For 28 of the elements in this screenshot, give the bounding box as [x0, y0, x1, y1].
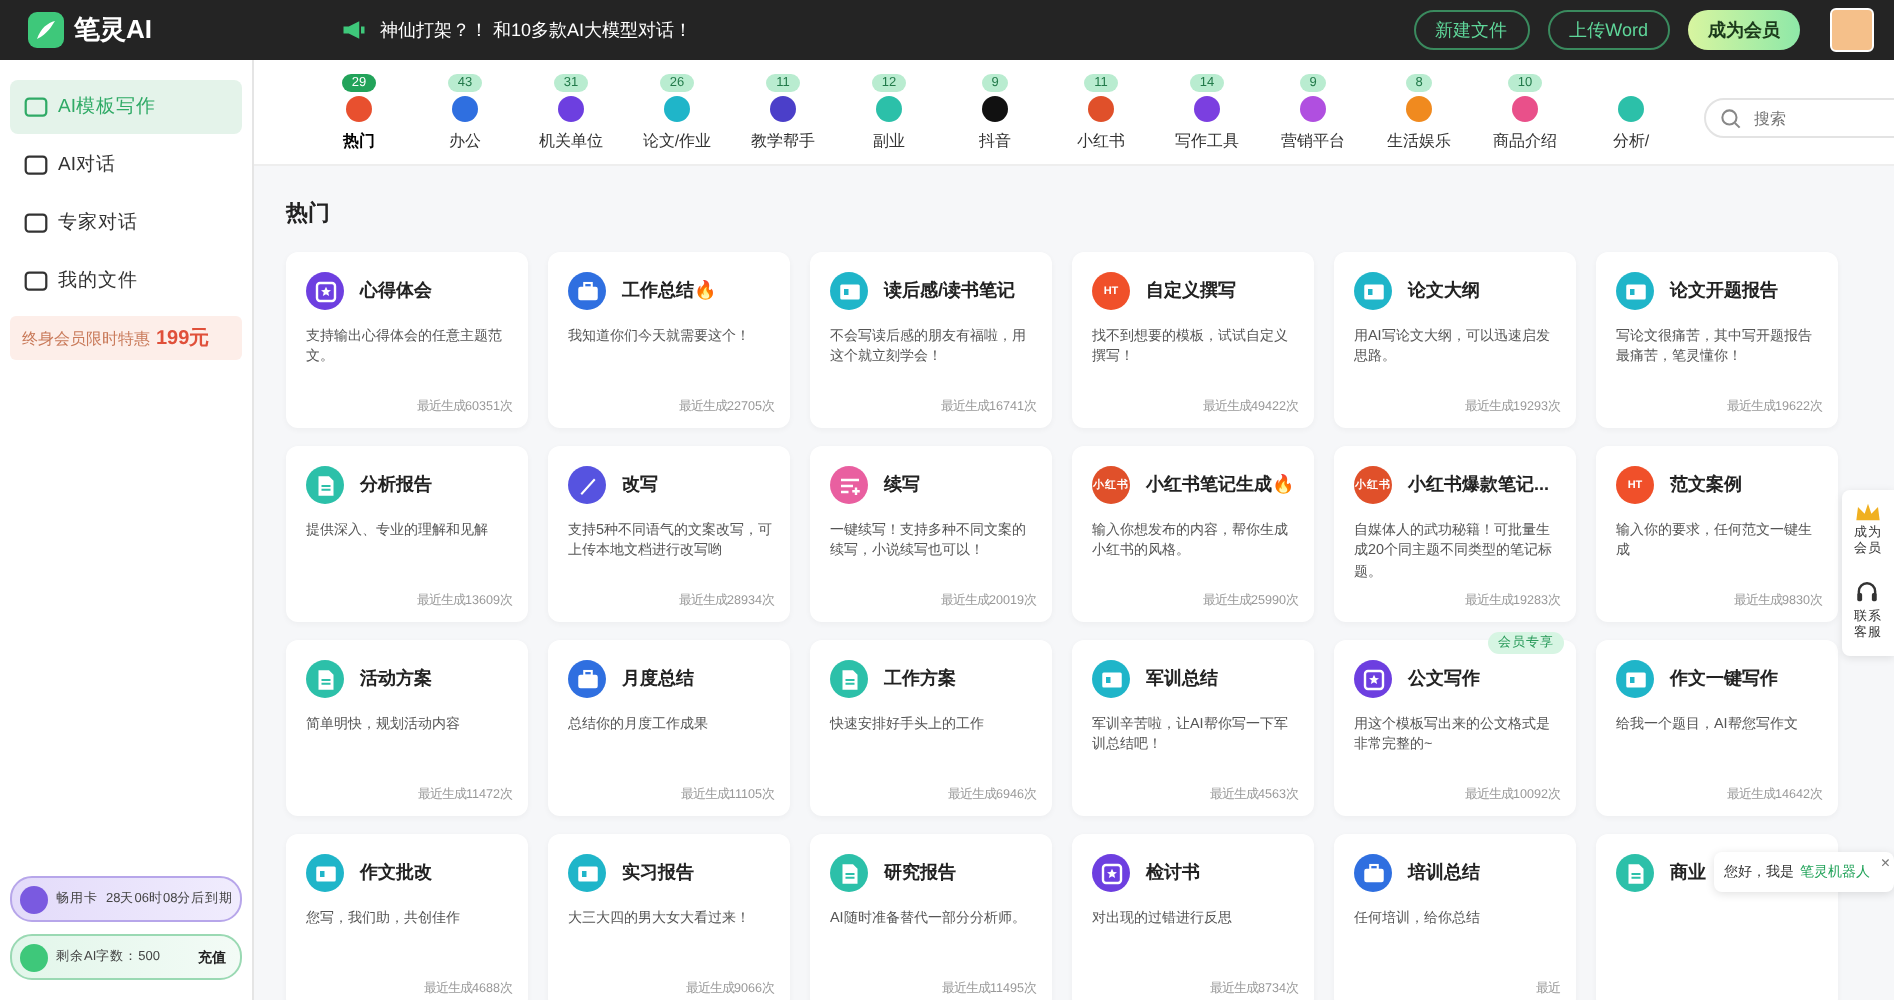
card-title: 活动方案: [360, 666, 432, 692]
card-title: 改写: [622, 472, 658, 498]
card-title: 月度总结: [622, 666, 694, 692]
card-title: 读后感/读书笔记: [884, 278, 1016, 304]
card-title: 工作总结🔥: [622, 278, 716, 304]
promo-text: 终身会员限时特惠: [22, 328, 150, 350]
card-title: 小红书爆款笔记...: [1408, 472, 1550, 498]
card-title: 续写: [884, 472, 920, 498]
card-title: 实习报告: [622, 860, 694, 886]
card-title: 研究报告: [884, 860, 956, 886]
card-title: 心得体会: [360, 278, 432, 304]
card-title: 检讨书: [1146, 860, 1200, 886]
card-title: 商业: [1670, 860, 1706, 886]
card-title: 军训总结: [1146, 666, 1218, 692]
section-title: 热门: [286, 199, 332, 228]
card-title: 论文大纲: [1408, 278, 1480, 304]
card-title: 工作方案: [884, 666, 956, 692]
card-title: 论文开题报告: [1670, 278, 1778, 304]
card-title: 培训总结: [1408, 860, 1480, 886]
promo-price: 199元: [156, 326, 210, 352]
card-title: 范文案例: [1670, 472, 1742, 498]
card-title: 公文写作: [1408, 666, 1480, 692]
card-title: 分析报告: [360, 472, 432, 498]
card-title: 作文批改: [360, 860, 432, 886]
card-title: 小红书笔记生成🔥: [1146, 472, 1294, 498]
card-title: 作文一键写作: [1670, 666, 1778, 692]
logo-text: 笔灵AI: [74, 12, 152, 48]
card-title: 自定义撰写: [1146, 278, 1236, 304]
